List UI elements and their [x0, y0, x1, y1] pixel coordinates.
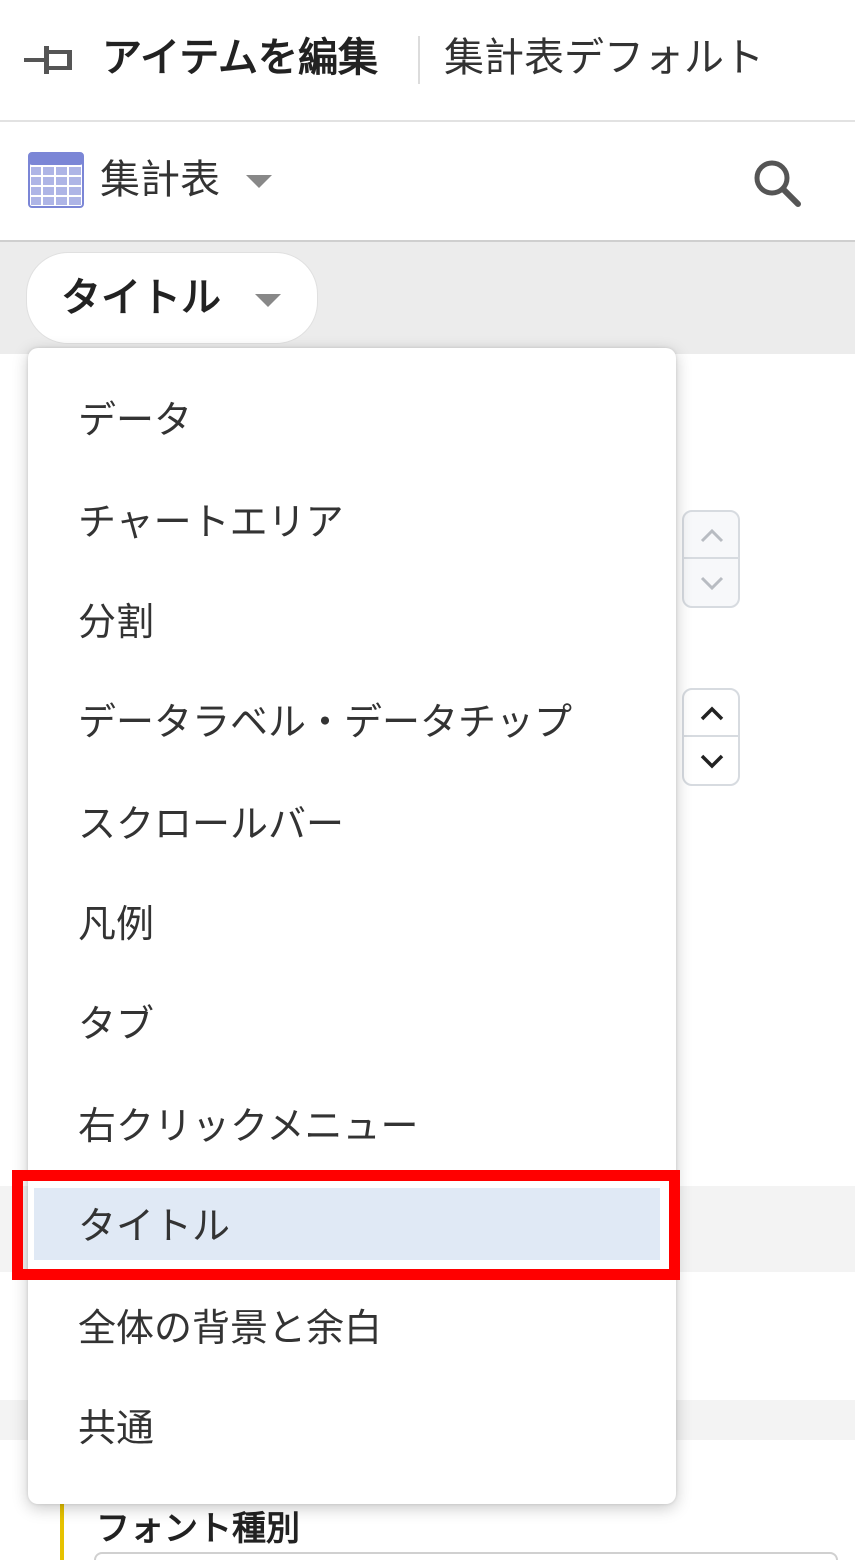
search-icon [754, 160, 801, 207]
table-grid-icon [28, 152, 84, 208]
number-stepper[interactable] [682, 510, 740, 608]
section-select-dropdown[interactable]: タイトル [26, 252, 318, 344]
chevron-down-icon [700, 754, 724, 769]
stepper-down-button[interactable] [684, 737, 738, 784]
chevron-up-icon [700, 706, 724, 721]
item-type-selector[interactable]: 集計表 [20, 142, 280, 218]
menu-item-background-margin[interactable]: 全体の背景と余白 [28, 1278, 676, 1378]
menu-item-context-menu[interactable]: 右クリックメニュー [28, 1076, 676, 1176]
panel-title: アイテムを編集 [102, 35, 378, 81]
section-dropdown-menu: データ チャートエリア 分割 データラベル・データチップ スクロールバー 凡例 … [28, 348, 676, 1504]
edit-item-panel: アイテムを編集 集計表デフォルト 集計表 タイトル フォント種別 データ チャー… [0, 0, 855, 1560]
item-type-label: 集計表 [100, 157, 220, 203]
stepper-up-button[interactable] [684, 690, 738, 737]
item-name: 集計表デフォルト [444, 35, 764, 81]
menu-item-chart-area[interactable]: チャートエリア [28, 472, 676, 572]
header-divider [418, 36, 420, 84]
menu-item-data[interactable]: データ [28, 370, 676, 470]
panel-header: アイテムを編集 集計表デフォルト [0, 0, 855, 122]
pin-icon[interactable] [22, 40, 78, 80]
section-bar: タイトル [0, 242, 855, 354]
menu-item-legend[interactable]: 凡例 [28, 874, 676, 974]
font-type-section: フォント種別 [60, 1500, 855, 1560]
menu-item-split[interactable]: 分割 [28, 572, 676, 672]
stepper-up-button[interactable] [684, 512, 738, 559]
chevron-down-icon [255, 294, 281, 307]
font-type-select[interactable] [94, 1552, 838, 1560]
menu-item-data-label-tip[interactable]: データラベル・データチップ [28, 672, 676, 772]
chevron-down-icon [700, 576, 724, 591]
menu-item-title[interactable]: タイトル [28, 1176, 676, 1276]
stepper-down-button[interactable] [684, 559, 738, 606]
search-button[interactable] [744, 150, 808, 214]
item-type-toolbar: 集計表 [0, 122, 855, 242]
number-stepper[interactable] [682, 688, 740, 786]
menu-item-tab[interactable]: タブ [28, 974, 676, 1074]
section-select-label: タイトル [61, 275, 221, 321]
chevron-down-icon [246, 175, 272, 188]
menu-item-common[interactable]: 共通 [28, 1378, 676, 1478]
menu-item-scrollbar[interactable]: スクロールバー [28, 774, 676, 874]
font-type-label: フォント種別 [96, 1509, 300, 1549]
chevron-up-icon [700, 528, 724, 543]
